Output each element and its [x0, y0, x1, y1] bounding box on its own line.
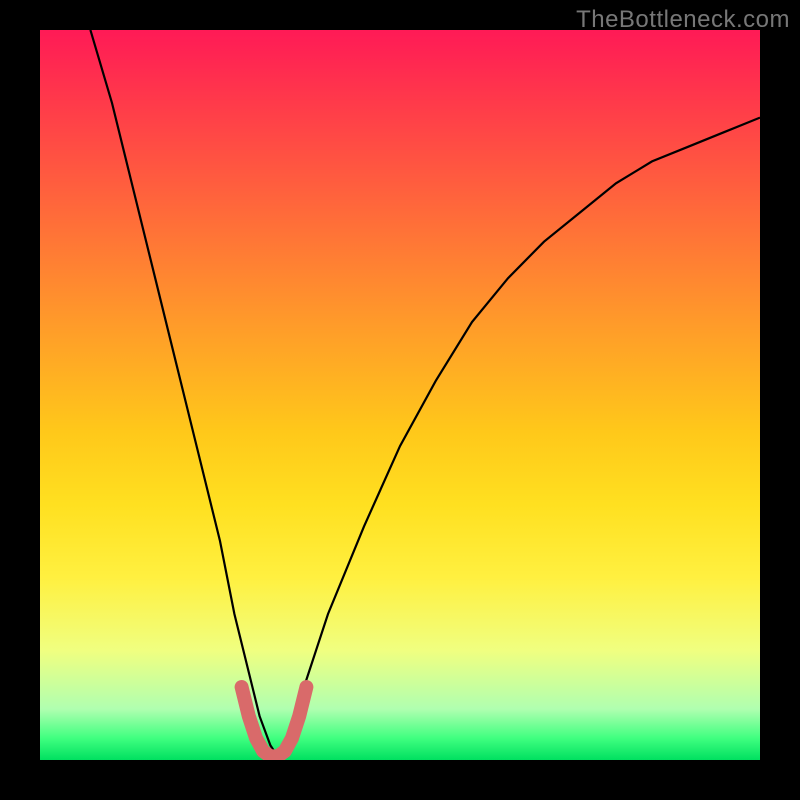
optimal-region	[242, 687, 307, 756]
chart-frame: TheBottleneck.com	[0, 0, 800, 800]
bottleneck-curve	[90, 30, 760, 756]
plot-area	[40, 30, 760, 760]
curve-svg	[40, 30, 760, 760]
